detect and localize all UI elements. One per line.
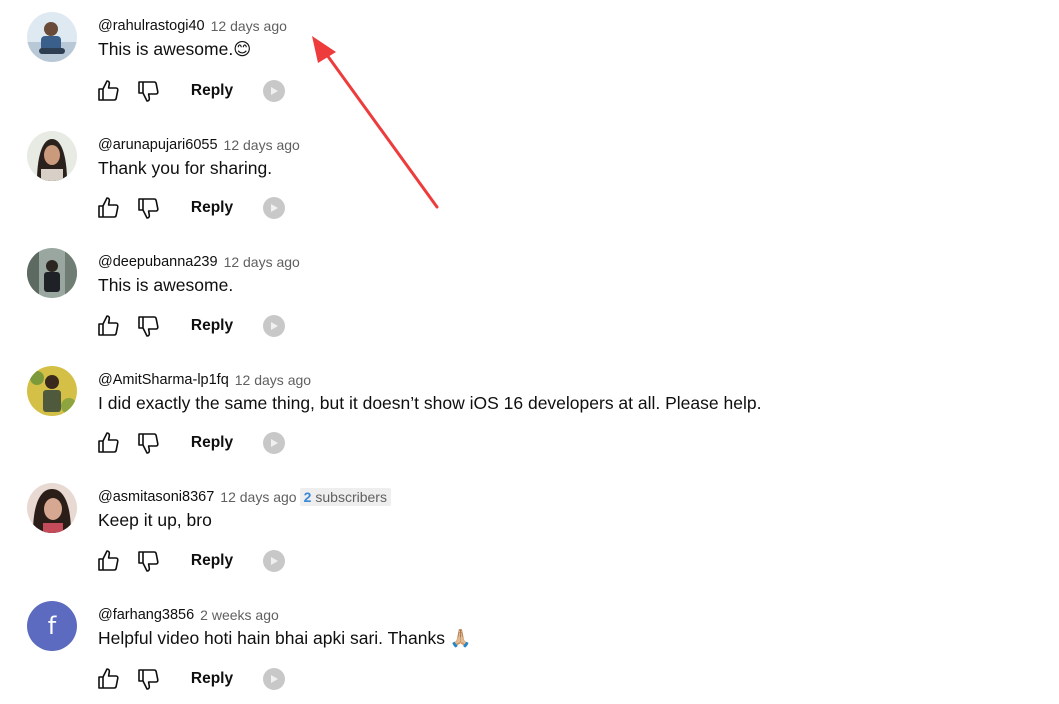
dislike-button[interactable]	[135, 194, 161, 222]
comment-author[interactable]: @asmitasoni8367	[98, 489, 214, 505]
thumbs-down-icon	[138, 316, 159, 337]
comment-author[interactable]: @deepubanna239	[98, 254, 218, 270]
reply-button[interactable]: Reply	[185, 77, 239, 105]
like-button[interactable]	[95, 547, 121, 575]
like-button[interactable]	[95, 429, 121, 457]
thumbs-down-icon	[138, 198, 159, 219]
avatar[interactable]	[27, 131, 77, 181]
extra-action-button[interactable]	[261, 77, 287, 105]
comment-item: @arunapujari6055 12 days ago Thank you f…	[0, 131, 1059, 249]
comment-actions: Reply	[95, 429, 295, 457]
comment-item: @AmitSharma-lp1fq 12 days ago I did exac…	[0, 366, 1059, 484]
comment-header: @rahulrastogi40 12 days ago	[98, 15, 287, 37]
comment-actions: Reply	[95, 547, 295, 575]
dislike-button[interactable]	[135, 665, 161, 693]
thumbs-up-icon	[98, 432, 119, 453]
grey-circle-icon	[263, 197, 285, 219]
comment-header: @farhang3856 2 weeks ago	[98, 604, 279, 626]
comment-item: f @farhang3856 2 weeks ago Helpful video…	[0, 601, 1059, 704]
dislike-button[interactable]	[135, 547, 161, 575]
extra-action-button[interactable]	[261, 429, 287, 457]
grey-circle-icon	[263, 315, 285, 337]
dislike-button[interactable]	[135, 77, 161, 105]
like-button[interactable]	[95, 77, 121, 105]
comment-time[interactable]: 2 weeks ago	[200, 607, 279, 623]
avatar[interactable]	[27, 366, 77, 416]
reply-button[interactable]: Reply	[185, 547, 239, 575]
thumbs-down-icon	[138, 551, 159, 572]
subscriber-label: subscribers	[315, 489, 387, 505]
reply-button[interactable]: Reply	[185, 194, 239, 222]
comment-actions: Reply	[95, 77, 295, 105]
grey-circle-icon	[263, 432, 285, 454]
like-button[interactable]	[95, 194, 121, 222]
comment-author[interactable]: @AmitSharma-lp1fq	[98, 372, 229, 388]
avatar[interactable]	[27, 483, 77, 533]
avatar[interactable]	[27, 12, 77, 62]
avatar-letter: f	[47, 612, 57, 640]
like-button[interactable]	[95, 665, 121, 693]
comment-actions: Reply	[95, 665, 295, 693]
dislike-button[interactable]	[135, 312, 161, 340]
dislike-button[interactable]	[135, 429, 161, 457]
subscriber-count: 2	[303, 489, 312, 505]
comment-time[interactable]: 12 days ago	[224, 254, 300, 270]
comment-text: I did exactly the same thing, but it doe…	[98, 393, 762, 413]
thumbs-up-icon	[98, 668, 119, 689]
grey-circle-icon	[263, 80, 285, 102]
thumbs-up-icon	[98, 80, 119, 101]
extra-action-button[interactable]	[261, 665, 287, 693]
comment-time[interactable]: 12 days ago	[224, 137, 300, 153]
grey-circle-icon	[263, 668, 285, 690]
comment-text: This is awesome.😊	[98, 39, 252, 59]
comment-item: @deepubanna239 12 days ago This is aweso…	[0, 248, 1059, 366]
reply-button[interactable]: Reply	[185, 429, 239, 457]
comment-text: Thank you for sharing.	[98, 158, 273, 178]
comment-text: This is awesome.	[98, 275, 234, 295]
thumbs-up-icon	[98, 550, 119, 571]
comment-header: @deepubanna239 12 days ago	[98, 251, 300, 273]
comment-header: @asmitasoni8367 12 days ago 2 subscribers	[98, 486, 391, 508]
reply-button[interactable]: Reply	[185, 312, 239, 340]
comment-text: Helpful video hoti hain bhai apki sari. …	[98, 628, 472, 648]
comment-text: Keep it up, bro	[98, 510, 212, 530]
comment-author[interactable]: @rahulrastogi40	[98, 18, 205, 34]
thumbs-down-icon	[138, 669, 159, 690]
extra-action-button[interactable]	[261, 312, 287, 340]
comment-time[interactable]: 12 days ago	[235, 372, 311, 388]
comment-author[interactable]: @farhang3856	[98, 607, 194, 623]
comment-item: @asmitasoni8367 12 days ago 2 subscribers…	[0, 483, 1059, 601]
comment-item: @rahulrastogi40 12 days ago This is awes…	[0, 12, 1059, 130]
extra-action-button[interactable]	[261, 194, 287, 222]
comment-header: @arunapujari6055 12 days ago	[98, 134, 300, 156]
avatar[interactable]	[27, 248, 77, 298]
comment-header: @AmitSharma-lp1fq 12 days ago	[98, 369, 311, 391]
like-button[interactable]	[95, 312, 121, 340]
comment-author[interactable]: @arunapujari6055	[98, 137, 218, 153]
comment-time[interactable]: 12 days ago	[211, 18, 287, 34]
thumbs-down-icon	[138, 81, 159, 102]
thumbs-down-icon	[138, 433, 159, 454]
comment-actions: Reply	[95, 194, 295, 222]
thumbs-up-icon	[98, 197, 119, 218]
reply-button[interactable]: Reply	[185, 665, 239, 693]
subscriber-badge: 2 subscribers	[299, 488, 391, 506]
comment-time[interactable]: 12 days ago	[220, 489, 296, 505]
extra-action-button[interactable]	[261, 547, 287, 575]
grey-circle-icon	[263, 550, 285, 572]
comments-list: @rahulrastogi40 12 days ago This is awes…	[0, 0, 1059, 704]
thumbs-up-icon	[98, 315, 119, 336]
avatar[interactable]: f	[27, 601, 77, 651]
comment-actions: Reply	[95, 312, 295, 340]
